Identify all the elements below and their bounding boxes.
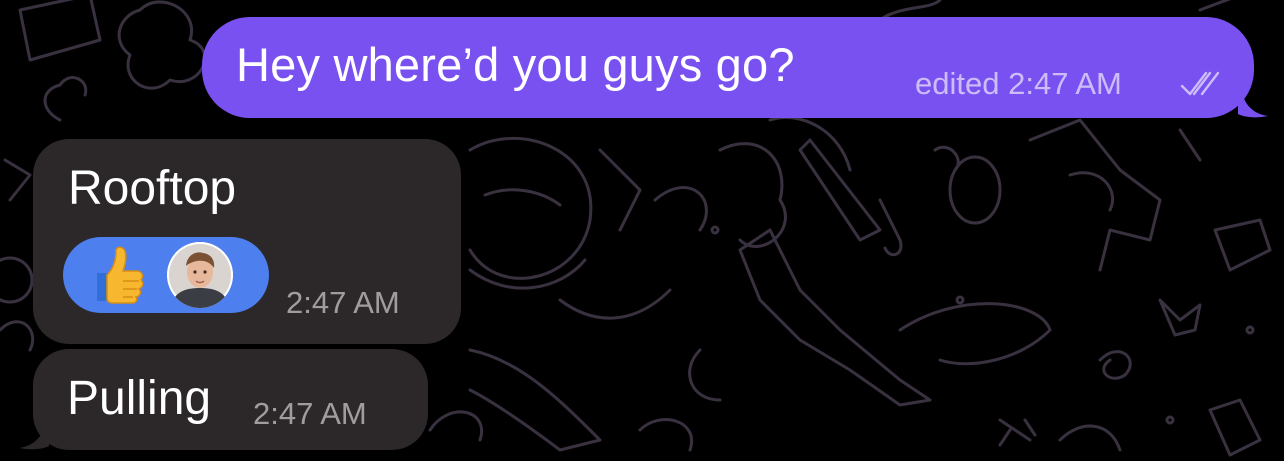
message-text: Rooftop <box>68 162 237 215</box>
message-time: 2:47 AM <box>253 396 367 431</box>
edited-label: edited <box>915 66 1000 101</box>
thumbs-up-icon <box>97 246 144 304</box>
reaction-pill[interactable] <box>63 237 269 313</box>
message-text: Hey where’d you guys go? <box>236 38 795 91</box>
message-time: 2:47 AM <box>1008 66 1122 101</box>
message-meta: edited 2:47 AM <box>915 66 1122 102</box>
message-time: 2:47 AM <box>286 285 400 320</box>
message-text: Pulling <box>67 372 212 425</box>
outgoing-message-bubble[interactable]: Hey where’d you guys go? edited 2:47 AM <box>202 17 1268 118</box>
avatar-photo <box>167 242 233 308</box>
incoming-message-bubble[interactable]: Rooftop 2:47 AM <box>33 139 461 344</box>
chat-view: Hey where’d you guys go? edited 2:47 AM … <box>0 0 1284 461</box>
avatar <box>167 242 233 308</box>
bubble-tail <box>1238 88 1268 118</box>
incoming-message-bubble[interactable]: Pulling 2:47 AM <box>19 349 428 450</box>
double-check-icon <box>1180 71 1220 96</box>
bubble-tail <box>19 420 49 450</box>
